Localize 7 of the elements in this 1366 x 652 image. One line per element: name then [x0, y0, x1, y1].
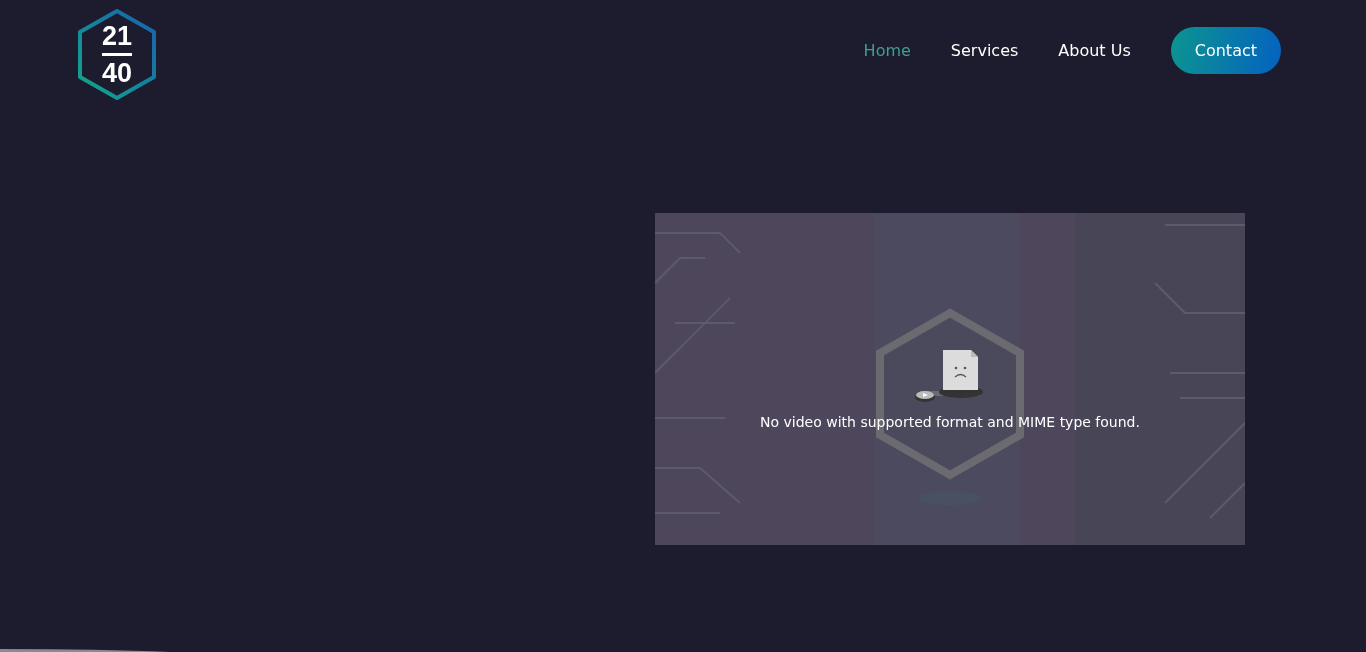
- video-error-message: No video with supported format and MIME type found.: [760, 414, 1140, 430]
- nav-link[interactable]: About Us: [1058, 41, 1131, 60]
- broken-video-icon: [915, 348, 985, 404]
- contact-button[interactable]: Contact: [1170, 27, 1281, 74]
- nav-link[interactable]: Home: [863, 41, 911, 60]
- logo[interactable]: 21 40: [77, 8, 157, 101]
- nav-link[interactable]: Services: [950, 41, 1019, 60]
